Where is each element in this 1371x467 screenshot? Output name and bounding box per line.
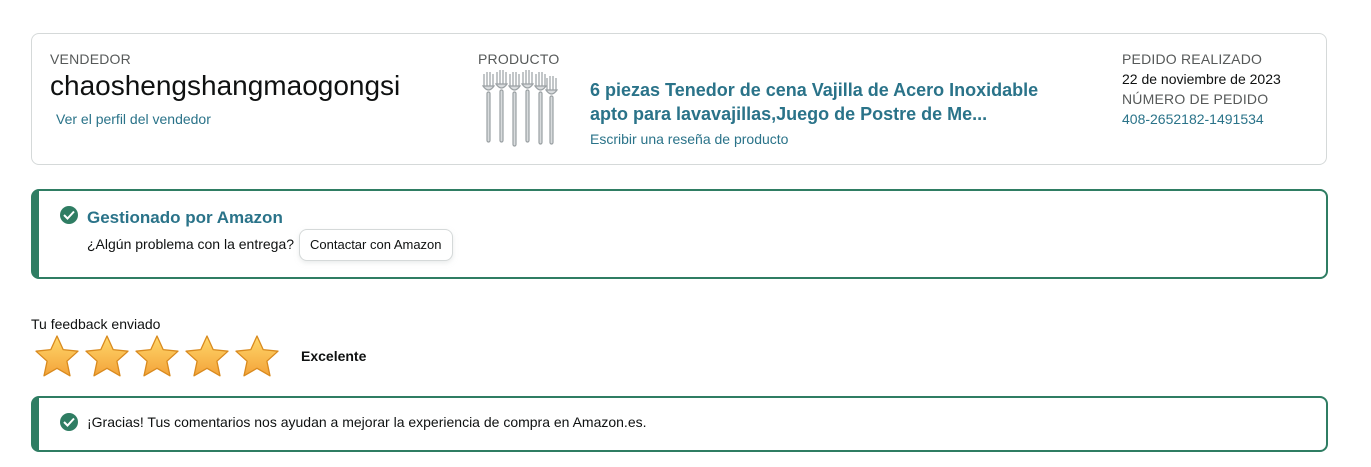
product-label: PRODUCTO (478, 51, 560, 67)
thanks-message: ¡Gracias! Tus comentarios nos ayudan a m… (87, 414, 647, 430)
star-1-icon[interactable] (33, 333, 81, 381)
product-title-line-1[interactable]: 6 piezas Tenedor de cena Vajilla de Acer… (590, 80, 1038, 100)
thanks-alert: ¡Gracias! Tus comentarios nos ayudan a m… (31, 396, 1328, 452)
order-summary-card: VENDEDOR chaoshengshangmaogongsi Ver el … (31, 33, 1327, 165)
order-number-link[interactable]: 408-2652182-1491534 (1122, 111, 1264, 127)
seller-label: VENDEDOR (50, 51, 131, 67)
feedback-label: Tu feedback enviado (31, 316, 161, 332)
seller-name: chaoshengshangmaogongsi (50, 70, 401, 101)
star-4-icon[interactable] (183, 333, 231, 381)
star-2-icon[interactable] (83, 333, 131, 381)
seller-profile-link[interactable]: Ver el perfil del vendedor (56, 111, 211, 127)
product-image[interactable] (478, 70, 560, 150)
star-5-icon[interactable] (233, 333, 281, 381)
order-date-label: PEDIDO REALIZADO (1122, 51, 1263, 67)
forks-image-icon (481, 70, 559, 147)
write-review-link[interactable]: Escribir una reseña de producto (590, 131, 788, 147)
fulfillment-alert: Gestionado por Amazon ¿Algún problema co… (31, 189, 1328, 279)
contact-amazon-button[interactable]: Contactar con Amazon (299, 229, 453, 261)
delivery-question: ¿Algún problema con la entrega? (87, 236, 295, 252)
fulfillment-title: Gestionado por Amazon (87, 208, 283, 227)
check-circle-icon (60, 413, 78, 431)
order-number-label: NÚMERO DE PEDIDO (1122, 91, 1269, 107)
product-title-line-2[interactable]: apto para lavavajillas,Juego de Postre d… (590, 104, 987, 124)
star-3-icon[interactable] (133, 333, 181, 381)
check-circle-icon (60, 206, 78, 224)
product-title[interactable]: 6 piezas Tenedor de cena Vajilla de Acer… (590, 78, 1070, 126)
rating-word: Excelente (301, 348, 367, 364)
order-date: 22 de noviembre de 2023 (1122, 71, 1281, 87)
